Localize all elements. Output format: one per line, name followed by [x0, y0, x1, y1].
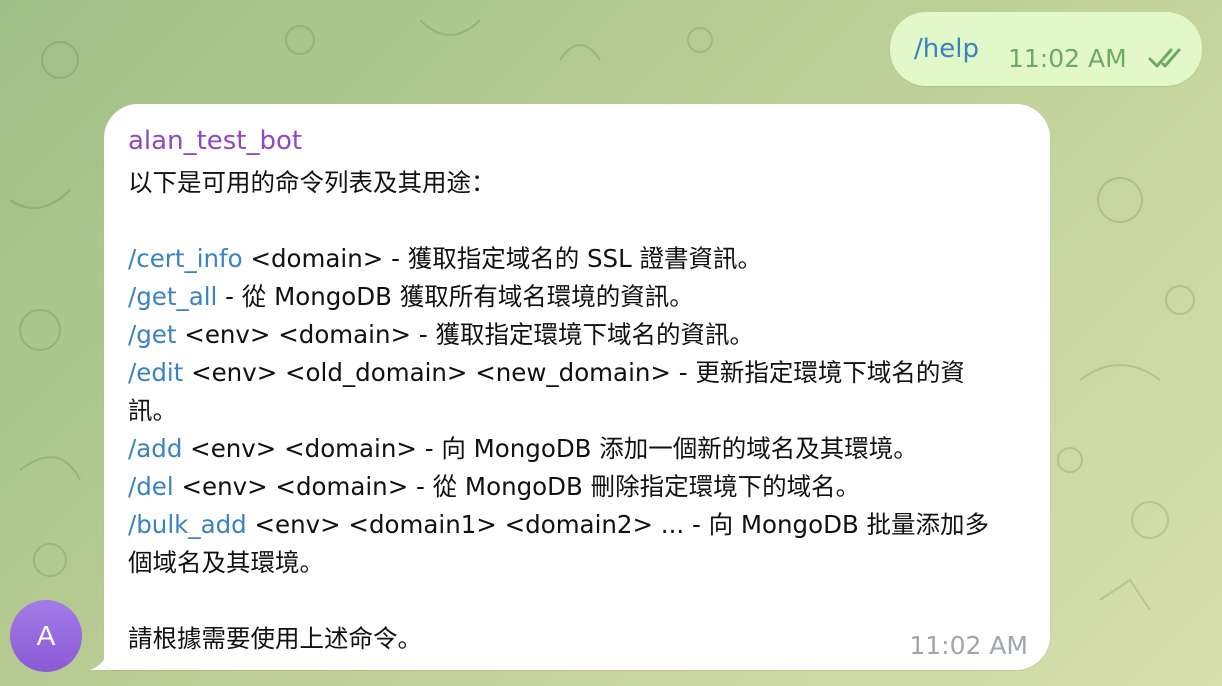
- command-link[interactable]: /del: [128, 472, 174, 501]
- command-desc: <domain> - 獲取指定域名的 SSL 證書資訊。: [242, 244, 763, 273]
- incoming-message-time: 11:02 AM: [909, 631, 1028, 660]
- command-link[interactable]: /get: [128, 320, 177, 349]
- command-desc: <env> <domain> - 獲取指定環境下域名的資訊。: [176, 320, 754, 349]
- command-desc: <env> <domain1> <domain2> ... - 向 MongoD…: [128, 510, 990, 577]
- command-link[interactable]: /add: [128, 434, 182, 463]
- command-link[interactable]: /cert_info: [128, 244, 243, 273]
- avatar[interactable]: A: [10, 600, 82, 672]
- command-desc: <env> <domain> - 從 MongoDB 刪除指定環境下的域名。: [173, 472, 861, 501]
- command-desc: <env> <old_domain> <new_domain> - 更新指定環境…: [128, 358, 965, 425]
- command-link[interactable]: /bulk_add: [128, 510, 247, 539]
- incoming-message[interactable]: alan_test_bot 以下是可用的命令列表及其用途： /cert_info…: [104, 104, 1050, 670]
- command-desc: - 從 MongoDB 獲取所有域名環境的資訊。: [217, 282, 694, 311]
- command-desc: <env> <domain> - 向 MongoDB 添加一個新的域名及其環境。: [182, 434, 918, 463]
- double-check-icon: [1148, 48, 1181, 68]
- intro-text: 以下是可用的命令列表及其用途：: [128, 168, 496, 197]
- outgoing-message-text: /help: [914, 34, 979, 64]
- sender-name[interactable]: alan_test_bot: [128, 126, 302, 156]
- message-body: 以下是可用的命令列表及其用途： /cert_info <domain> - 獲取…: [128, 164, 1028, 658]
- command-link[interactable]: /get_all: [128, 282, 217, 311]
- command-link[interactable]: /edit: [128, 358, 183, 387]
- outro-text: 請根據需要使用上述命令。: [128, 624, 422, 653]
- outgoing-message[interactable]: /help 11:02 AM: [890, 12, 1202, 86]
- avatar-letter: A: [36, 620, 56, 651]
- outgoing-message-time: 11:02 AM: [1008, 44, 1127, 73]
